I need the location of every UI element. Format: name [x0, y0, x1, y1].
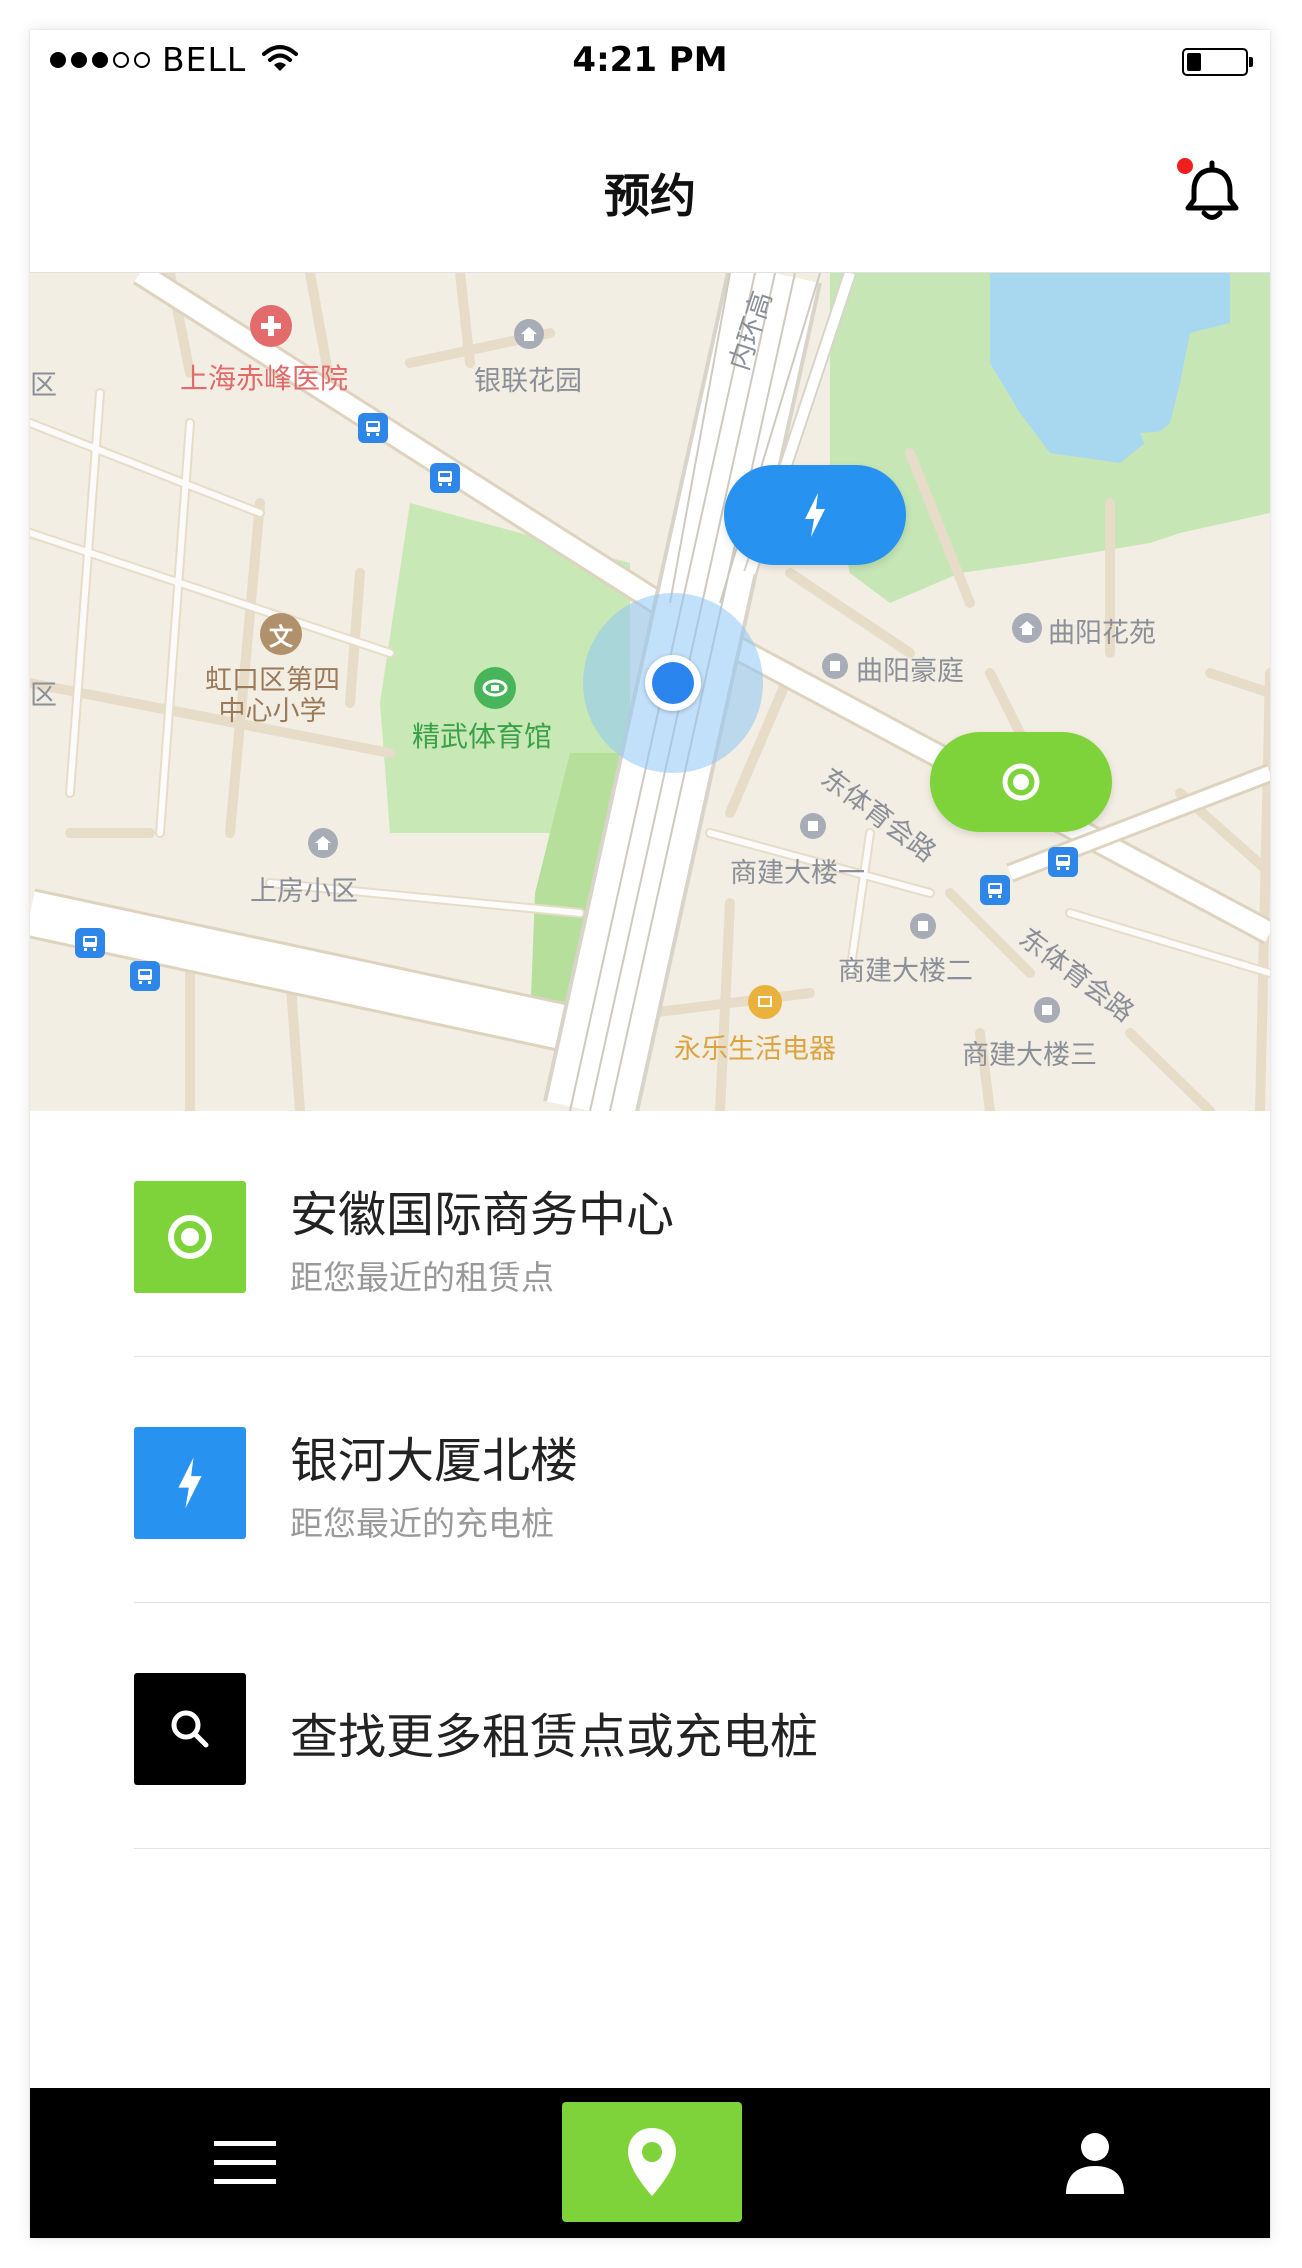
bus-stop-icon: [1048, 847, 1078, 877]
bus-stop-icon: [358, 413, 388, 443]
building-icon: [1034, 997, 1060, 1023]
map-label-school-text: 虹口区第四 中心小学: [205, 665, 340, 727]
list-item[interactable]: 安徽国际商务中心 距您最近的租赁点: [30, 1111, 1270, 1357]
bus-stop-icon: [75, 928, 105, 958]
list-item[interactable]: 查找更多租赁点或充电桩: [30, 1603, 1270, 1849]
list-item-subtitle: 距您最近的租赁点: [290, 1258, 554, 1297]
status-time: 4:21 PM: [572, 40, 728, 80]
map-label-hospital: 上海赤峰医院: [180, 362, 349, 395]
map-label-building3: 商建大楼三: [962, 1040, 1097, 1071]
charger-map-pin[interactable]: [724, 465, 906, 565]
rental-map-pin[interactable]: [930, 732, 1112, 832]
building-icon: [800, 813, 826, 839]
lightning-icon: [134, 1427, 246, 1539]
residence-icon: [1012, 613, 1042, 643]
school-icon: 文: [260, 613, 302, 655]
stadium-icon: [474, 667, 516, 709]
map-label-shangfang: 上房小区: [250, 876, 358, 907]
map-view[interactable]: 上海赤峰医院 银联花园 文 虹口区第四 中心小学 精武体育馆 上房小区 曲阳花苑: [30, 273, 1270, 1111]
tab-profile[interactable]: [1030, 2088, 1160, 2238]
map-label-building2: 商建大楼二: [838, 956, 973, 987]
list-item-title: 查找更多租赁点或充电桩: [290, 1709, 819, 1765]
map-label-building1: 商建大楼一: [730, 858, 865, 889]
page-title: 预约: [604, 169, 696, 223]
divider: [134, 1848, 1270, 1849]
hospital-icon: [250, 305, 292, 347]
search-icon: [134, 1673, 246, 1785]
map-label-quyang-haoting: 曲阳豪庭: [856, 656, 964, 687]
building-icon: [822, 653, 848, 679]
menu-icon: [214, 2141, 276, 2184]
user-location-dot: [645, 655, 701, 711]
notification-dot: [1177, 158, 1193, 174]
map-label-edge: 区: [30, 680, 57, 711]
status-bar: BELL 4:21 PM: [30, 30, 1270, 90]
map-label-yongle: 永乐生活电器: [674, 1034, 836, 1065]
list-item-subtitle: 距您最近的充电桩: [290, 1504, 554, 1543]
list-item[interactable]: 银河大厦北楼 距您最近的充电桩: [30, 1357, 1270, 1603]
appliance-store-icon: [748, 985, 782, 1019]
list-item-title: 银河大厦北楼: [290, 1433, 579, 1489]
rental-point-icon: [134, 1181, 246, 1293]
residence-icon: [514, 319, 544, 349]
location-pin-icon: [628, 2128, 676, 2196]
bus-stop-icon: [130, 961, 160, 991]
bell-icon[interactable]: [1172, 150, 1252, 230]
phone-screen: BELL 4:21 PM 预约 上海赤峰医院 银联花园 文 虹口区第四 中心小学…: [30, 30, 1270, 2238]
rental-point-icon: [1002, 763, 1040, 801]
map-label-edge: 区: [30, 370, 57, 401]
battery-icon: [1182, 48, 1253, 76]
lightning-icon: [805, 493, 825, 537]
map-label-school: 虹口区第四 中心小学: [205, 665, 340, 727]
map-label-quyang-garden: 曲阳花苑: [1048, 618, 1156, 649]
bus-stop-icon: [980, 875, 1010, 905]
residence-icon: [308, 828, 338, 858]
nav-bar: 预约: [30, 90, 1270, 273]
map-label-stadium: 精武体育馆: [412, 720, 553, 753]
tab-map[interactable]: [562, 2102, 742, 2222]
bus-stop-icon: [430, 463, 460, 493]
building-icon: [910, 913, 936, 939]
tab-menu[interactable]: [180, 2088, 310, 2238]
user-icon: [1066, 2133, 1124, 2194]
map-label-yinlian: 银联花园: [474, 366, 582, 397]
tab-bar: [30, 2088, 1270, 2238]
list-item-title: 安徽国际商务中心: [290, 1187, 675, 1243]
